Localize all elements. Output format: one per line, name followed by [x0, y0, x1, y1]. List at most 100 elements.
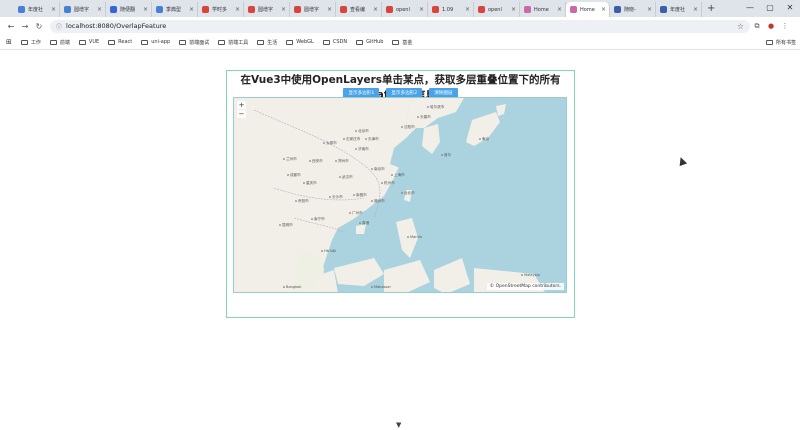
tab-close-icon[interactable]: × — [647, 6, 652, 13]
bookmark-item[interactable]: 基金 — [392, 39, 412, 46]
folder-icon — [257, 39, 265, 45]
map-place-label: 南昌市 — [356, 192, 367, 197]
map-place-label: Hà Nội — [324, 249, 336, 253]
minimize-icon[interactable]: — — [740, 0, 760, 16]
extensions-icon[interactable]: ⧉ — [750, 22, 764, 31]
bookmark-item[interactable]: uni-app — [141, 39, 170, 46]
back-icon[interactable]: ← — [4, 22, 18, 31]
folder-icon — [141, 39, 149, 45]
browser-tab[interactable]: 随便翻 × — [106, 2, 152, 17]
tab-close-icon[interactable]: × — [419, 6, 424, 13]
city-marker — [355, 148, 357, 150]
browser-tab[interactable]: 年度社 × — [14, 2, 60, 17]
bookmark-star-icon[interactable]: ☆ — [737, 22, 744, 31]
tab-label: 圆增字 — [74, 7, 90, 13]
city-marker — [329, 196, 331, 198]
browser-tab[interactable]: 查看编 × — [336, 2, 382, 17]
bookmark-item[interactable]: 前端面试 — [179, 39, 209, 46]
tab-close-icon[interactable]: × — [601, 6, 606, 13]
map-place-label: 北京市 — [358, 128, 369, 133]
city-marker — [311, 218, 313, 220]
profile-avatar[interactable]: ● — [764, 22, 778, 30]
info-icon[interactable]: ⓘ — [56, 22, 62, 31]
bookmarks-bar: ⊞ 工作 前端 VUE React uni-app 前端面试 前端工具 生活 WebGL CSDN… — [0, 35, 800, 50]
bookmark-item[interactable]: 生活 — [257, 39, 277, 46]
tab-close-icon[interactable]: × — [97, 6, 102, 13]
bookmark-item[interactable]: 工作 — [20, 39, 41, 46]
menu-icon[interactable]: ⋮ — [778, 22, 792, 30]
city-marker — [417, 116, 419, 118]
tab-close-icon[interactable]: × — [327, 6, 332, 13]
tab-close-icon[interactable]: × — [51, 6, 56, 13]
zoom-in-button[interactable]: + — [237, 101, 246, 109]
tab-close-icon[interactable]: × — [235, 6, 240, 13]
tab-close-icon[interactable]: × — [511, 6, 516, 13]
bookmark-item[interactable]: 前端工具 — [218, 39, 248, 46]
map-viewport[interactable]: 哈尔滨市 长春市 沈阳市 北京市 天津市 石家庄市 太原市 济南市 郑州市 西安市 兰州市 成都市 重庆… — [233, 97, 567, 293]
bookmark-item[interactable]: WebGL — [286, 39, 314, 46]
tab-label: Home — [534, 6, 549, 13]
close-window-icon[interactable]: ✕ — [780, 0, 800, 16]
browser-tab[interactable]: openl × — [474, 2, 520, 17]
scroll-down-icon[interactable]: ▼ — [396, 421, 401, 429]
map-canvas[interactable]: 哈尔滨市长春市沈阳市北京市天津市 石家庄市太原市济南市郑州市 西安市 兰州市成都市重庆… — [234, 98, 567, 293]
city-marker — [371, 168, 373, 170]
bookmark-label: 生活 — [267, 39, 278, 46]
browser-tab[interactable]: 年度社 × — [656, 2, 702, 17]
city-marker — [303, 182, 305, 184]
new-tab-button[interactable]: + — [707, 3, 715, 14]
url-field[interactable]: ⓘ localhost:8080/OverlapFeature ☆ — [50, 19, 750, 33]
tab-close-icon[interactable]: × — [373, 6, 378, 13]
bookmark-item[interactable]: CSDN — [322, 39, 347, 46]
mouse-cursor — [676, 155, 688, 167]
bookmark-item[interactable]: GitHub — [356, 39, 383, 46]
browser-tab[interactable]: 圆增字 × — [290, 2, 336, 17]
map-place-label: 香港 — [362, 220, 370, 225]
city-marker — [321, 250, 323, 252]
tab-favicon-icon — [294, 6, 301, 13]
browser-tab[interactable]: 圆增字 × — [244, 2, 290, 17]
map-place-label: 石家庄市 — [346, 136, 361, 141]
city-marker — [279, 224, 281, 226]
map-attribution[interactable]: © OpenStreetMap contributors. — [486, 283, 564, 290]
forward-icon[interactable]: → — [18, 22, 32, 31]
folder-icon — [392, 39, 400, 45]
city-marker — [335, 160, 337, 162]
bookmark-item[interactable]: VUE — [78, 39, 99, 46]
browser-tab[interactable]: Home × — [566, 2, 610, 17]
apps-grid-icon[interactable]: ⊞ — [6, 38, 12, 46]
all-bookmarks[interactable]: 所有书签 — [765, 39, 796, 46]
tab-close-icon[interactable]: × — [693, 6, 698, 13]
browser-tab[interactable]: 圆增字 × — [60, 2, 106, 17]
tab-close-icon[interactable]: × — [557, 6, 562, 13]
city-marker — [427, 106, 429, 108]
tab-close-icon[interactable]: × — [465, 6, 470, 13]
tab-label: openl — [396, 6, 410, 13]
bookmark-item[interactable]: 前端 — [49, 39, 70, 46]
city-marker — [407, 236, 409, 238]
city-marker — [381, 182, 383, 184]
tab-strip: 年度社 × 圆增字 × 随便翻 × 季典型 × 学时多 × 圆增字 × 圆增字 × 查看编 × openl × 1.… — [0, 0, 800, 17]
bookmark-label: 前端面试 — [189, 39, 210, 46]
map-place-label: 济南市 — [358, 146, 369, 151]
tab-label: 1.09 — [442, 6, 454, 13]
bookmark-item[interactable]: React — [108, 39, 132, 46]
maximize-icon[interactable]: ▢ — [760, 0, 780, 16]
zoom-out-button[interactable]: − — [237, 110, 246, 118]
tab-favicon-icon — [386, 6, 393, 13]
reload-icon[interactable]: ↻ — [32, 22, 46, 31]
tab-label: 圆增字 — [258, 7, 274, 13]
tab-close-icon[interactable]: × — [281, 6, 286, 13]
browser-tab[interactable]: 1.09 × — [428, 2, 474, 17]
city-marker — [343, 138, 345, 140]
map-place-label: Manila — [410, 235, 422, 239]
browser-tab[interactable]: Home × — [520, 2, 566, 17]
tab-close-icon[interactable]: × — [143, 6, 148, 13]
browser-tab[interactable]: 学时多 × — [198, 2, 244, 17]
bookmark-label: 前端 — [59, 39, 70, 46]
tab-close-icon[interactable]: × — [189, 6, 194, 13]
city-marker — [521, 274, 523, 276]
browser-tab[interactable]: 季典型 × — [152, 2, 198, 17]
browser-tab[interactable]: openl × — [382, 2, 428, 17]
browser-tab[interactable]: 随晓- × — [610, 2, 656, 17]
